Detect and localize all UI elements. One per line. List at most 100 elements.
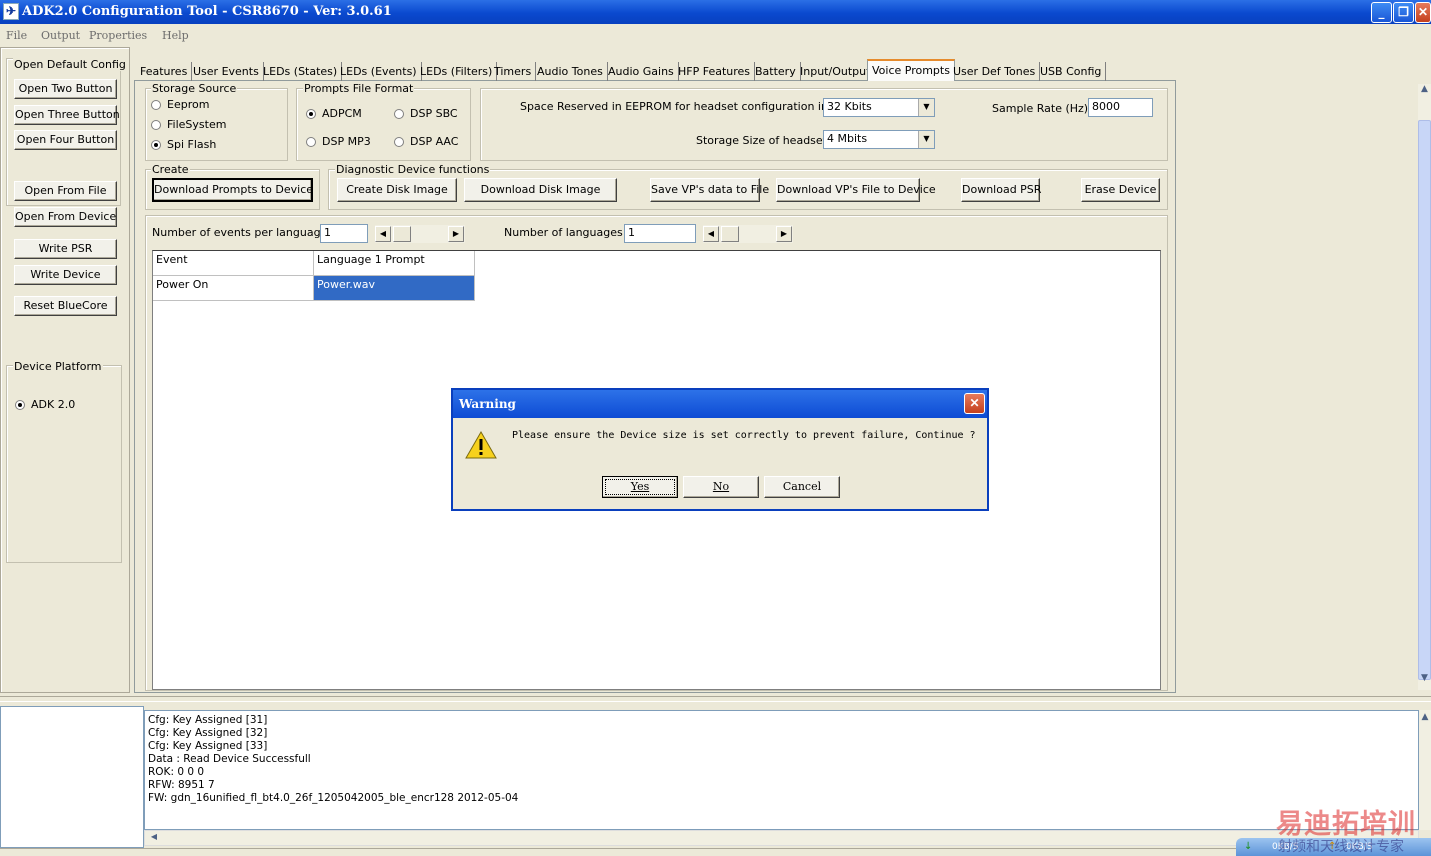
eeprom-radio[interactable] [151,100,161,110]
left-panel: Open Default Config Open Two Button Open… [0,47,130,693]
status-bar [0,848,1431,856]
scroll-thumb[interactable] [721,226,739,242]
tab-input-output[interactable]: Input/Output [796,62,876,81]
create-label: Create [151,163,190,176]
reset-bluecore-button[interactable]: Reset BlueCore [14,296,117,316]
download-vp-file-button[interactable]: Download VP's File to Device [776,178,936,202]
spiflash-label: Spi Flash [167,138,217,151]
title-bar: ✈ ADK2.0 Configuration Tool - CSR8670 - … [0,0,1431,24]
open-four-button[interactable]: Open Four Button [14,130,117,150]
storage-source-label: Storage Source [151,82,238,95]
events-scrollbar[interactable]: ◀ ▶ [375,225,465,243]
menu-help[interactable]: Help [162,29,189,42]
file-format-label: Prompts File Format [303,82,415,95]
reserved-select[interactable]: 32 Kbits ▼ [823,98,935,117]
tab-leds-states[interactable]: LEDs (States) [259,62,343,81]
table-header-lang1: Language 1 Prompt [314,251,475,276]
download-psr-button[interactable]: Download PSR [961,178,1041,202]
left-arrow-icon[interactable]: ◀ [375,226,391,242]
open-from-device-button[interactable]: Open From Device [14,207,117,227]
log-line: Cfg: Key Assigned [32] [148,727,268,739]
down-arrow-icon[interactable]: ▼ [1418,673,1431,689]
tab-user-events[interactable]: User Events [189,62,264,81]
open-from-file-button[interactable]: Open From File [14,181,117,201]
open-three-button[interactable]: Open Three Button [14,105,120,125]
table-cell-event[interactable]: Power On [153,276,314,301]
events-count-input[interactable]: 1 [320,224,368,243]
adpcm-label: ADPCM [322,107,362,120]
write-device-button[interactable]: Write Device [14,265,117,285]
left-arrow-icon[interactable]: ◀ [147,832,161,845]
sample-rate-input[interactable]: 8000 [1088,98,1153,117]
dsp-sbc-radio[interactable] [394,109,404,119]
log-vscrollbar[interactable]: ▲ [1419,710,1431,830]
adpcm-radio[interactable] [306,109,316,119]
open-two-button[interactable]: Open Two Button [14,79,117,99]
cancel-button[interactable]: Cancel [764,476,840,498]
splitter[interactable] [0,696,1431,702]
chevron-down-icon: ▼ [918,131,934,148]
tab-usb-config[interactable]: USB Config [1036,62,1107,81]
languages-count-input[interactable]: 1 [624,224,696,243]
download-disk-image-button[interactable]: Download Disk Image [464,178,617,202]
yes-label: Yes [630,480,650,493]
filesystem-radio[interactable] [151,120,161,130]
tab-audio-gains[interactable]: Audio Gains [604,62,679,81]
write-psr-button[interactable]: Write PSR [14,239,117,259]
no-label: No [712,480,730,493]
down-arrow-icon: ↓ [1244,841,1253,852]
up-arrow-icon[interactable]: ▲ [1419,712,1431,726]
dialog-title-bar: Warning ✕ [453,390,987,418]
spiflash-radio[interactable] [151,140,161,150]
tab-audio-tones[interactable]: Audio Tones [533,62,608,81]
log-line: Data : Read Device Successfull [148,753,311,765]
adk20-radio[interactable] [15,400,25,410]
menu-output[interactable]: Output [41,29,80,42]
tab-hfp-features[interactable]: HFP Features [674,62,756,81]
warning-icon [465,430,497,459]
right-arrow-icon[interactable]: ▶ [448,226,464,242]
erase-device-button[interactable]: Erase Device [1081,178,1160,202]
create-disk-image-button[interactable]: Create Disk Image [337,178,457,202]
tab-features[interactable]: Features [136,62,193,81]
bottom-left-pane [0,706,144,848]
tab-voice-prompts[interactable]: Voice Prompts [867,59,955,81]
sample-rate-label: Sample Rate (Hz) [992,102,1089,115]
close-button[interactable]: ✕ [1415,2,1431,23]
dialog-close-button[interactable]: ✕ [964,393,985,414]
file-format-group [296,88,471,161]
watermark-subtitle: 射频和天线设计专家 [1278,839,1404,855]
scroll-thumb[interactable] [1418,120,1431,680]
table-cell-prompt[interactable]: Power.wav [314,276,475,301]
download-prompts-button[interactable]: Download Prompts to Device [152,178,313,202]
save-vp-data-button[interactable]: Save VP's data to File [650,178,769,202]
tab-leds-filters[interactable]: LEDs (Filters) [416,62,498,81]
yes-button[interactable]: Yes [602,476,678,498]
table-header-event: Event [153,251,314,276]
no-button[interactable]: No [683,476,759,498]
log-hscrollbar[interactable]: ◀ [144,830,1419,846]
tab-leds-events[interactable]: LEDs (Events) [336,62,422,81]
output-log[interactable]: Cfg: Key Assigned [31] Cfg: Key Assigned… [144,710,1419,830]
filesystem-label: FileSystem [167,118,227,131]
dsp-aac-radio[interactable] [394,137,404,147]
maximize-button[interactable]: ❐ [1393,2,1414,23]
dsp-mp3-radio[interactable] [306,137,316,147]
default-config-label: Open Default Config [13,58,127,71]
tab-battery[interactable]: Battery [751,62,801,81]
device-platform-label: Device Platform [13,360,103,373]
tab-timers[interactable]: Timers [490,62,537,81]
log-line: Cfg: Key Assigned [33] [148,740,268,752]
menu-properties[interactable]: Properties [89,29,147,42]
languages-count-label: Number of languages = [504,226,636,239]
scroll-thumb[interactable] [393,226,411,242]
left-arrow-icon[interactable]: ◀ [703,226,719,242]
right-arrow-icon[interactable]: ▶ [776,226,792,242]
up-arrow-icon[interactable]: ▲ [1418,84,1431,100]
menu-file[interactable]: File [6,29,27,42]
languages-scrollbar[interactable]: ◀ ▶ [703,225,793,243]
storage-size-select[interactable]: 4 Mbits ▼ [823,130,935,149]
main-vscrollbar[interactable]: ▲ ▼ [1418,84,1431,690]
minimize-button[interactable]: _ [1371,2,1392,23]
tab-user-def-tones[interactable]: User Def Tones [949,62,1041,81]
